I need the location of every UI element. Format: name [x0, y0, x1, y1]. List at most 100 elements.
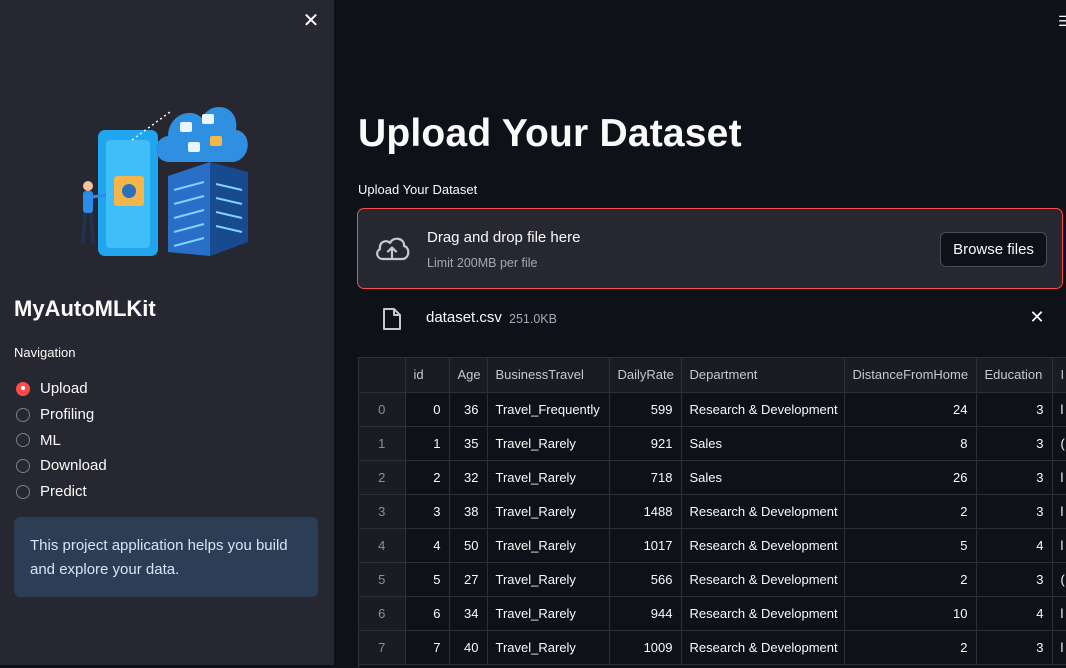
nav-option-label: ML: [40, 431, 61, 449]
column-header-education[interactable]: Education: [976, 358, 1053, 393]
table-cell[interactable]: 1009: [609, 630, 682, 665]
dataframe[interactable]: id Age BusinessTravel DailyRate Departme…: [358, 357, 1066, 668]
nav-option-ml[interactable]: ML: [14, 427, 107, 453]
table-cell[interactable]: 4: [976, 528, 1053, 563]
table-cell[interactable]: Research & Development: [681, 494, 845, 529]
table-cell[interactable]: 26: [844, 460, 977, 495]
nav-option-profiling[interactable]: Profiling: [14, 402, 107, 428]
column-header-id[interactable]: id: [405, 358, 450, 393]
close-icon: ✕: [302, 10, 320, 32]
navigation-radio-group: Upload Profiling ML Download Predict: [14, 376, 107, 504]
column-header-distancefromhome[interactable]: DistanceFromHome: [844, 358, 977, 393]
radio-unselected-icon: [16, 458, 30, 473]
table-cell[interactable]: 40: [449, 630, 488, 665]
table-cell[interactable]: 2: [844, 494, 977, 529]
table-row: 2 2 32 Travel_Rarely 718 Sales 26 3 l: [359, 460, 1066, 495]
table-cell[interactable]: 3: [976, 460, 1053, 495]
table-cell[interactable]: l: [1052, 596, 1066, 631]
table-cell[interactable]: 1017: [609, 528, 682, 563]
table-row: 0 0 36 Travel_Frequently 599 Research & …: [359, 392, 1066, 427]
table-cell[interactable]: 3: [976, 630, 1053, 665]
table-cell[interactable]: Travel_Rarely: [487, 596, 610, 631]
radio-unselected-icon: [16, 407, 30, 422]
column-header-index[interactable]: [359, 358, 406, 393]
row-index-cell: 4: [359, 528, 406, 563]
table-cell[interactable]: Research & Development: [681, 596, 845, 631]
table-cell[interactable]: 1: [405, 426, 450, 461]
table-cell[interactable]: 3: [976, 494, 1053, 529]
table-cell[interactable]: 0: [405, 392, 450, 427]
table-cell[interactable]: 5: [405, 562, 450, 597]
table-cell[interactable]: 32: [449, 460, 488, 495]
table-cell[interactable]: Travel_Rarely: [487, 630, 610, 665]
table-cell[interactable]: Travel_Rarely: [487, 494, 610, 529]
table-cell[interactable]: 34: [449, 596, 488, 631]
table-cell[interactable]: 8: [844, 426, 977, 461]
browse-files-button[interactable]: Browse files: [940, 232, 1047, 267]
table-cell[interactable]: 566: [609, 562, 682, 597]
table-cell[interactable]: Research & Development: [681, 562, 845, 597]
table-cell[interactable]: 1488: [609, 494, 682, 529]
table-cell[interactable]: 2: [405, 460, 450, 495]
table-cell[interactable]: 7: [405, 630, 450, 665]
table-cell[interactable]: (: [1052, 562, 1066, 597]
table-cell[interactable]: Research & Development: [681, 528, 845, 563]
table-cell[interactable]: 2: [844, 562, 977, 597]
table-cell[interactable]: 50: [449, 528, 488, 563]
column-header-dailyrate[interactable]: DailyRate: [609, 358, 682, 393]
table-cell[interactable]: l: [1052, 392, 1066, 427]
table-cell[interactable]: 10: [844, 596, 977, 631]
table-cell[interactable]: 3: [405, 494, 450, 529]
table-cell[interactable]: 27: [449, 562, 488, 597]
table-cell[interactable]: l: [1052, 460, 1066, 495]
table-cell[interactable]: 4: [976, 596, 1053, 631]
table-cell[interactable]: Travel_Rarely: [487, 426, 610, 461]
remove-file-button[interactable]: ✕: [1026, 306, 1048, 328]
uploaded-file-row: dataset.csv 251.0KB ✕: [358, 300, 1064, 336]
close-sidebar-button[interactable]: ✕: [300, 10, 322, 32]
nav-option-upload[interactable]: Upload: [14, 376, 107, 402]
table-cell[interactable]: Sales: [681, 460, 845, 495]
table-cell[interactable]: Research & Development: [681, 630, 845, 665]
table-cell[interactable]: 6: [405, 596, 450, 631]
nav-option-label: Download: [40, 457, 107, 475]
column-header-truncated[interactable]: I: [1052, 358, 1066, 393]
table-cell[interactable]: 4: [405, 528, 450, 563]
table-cell[interactable]: Travel_Frequently: [487, 392, 610, 427]
table-cell[interactable]: Travel_Rarely: [487, 460, 610, 495]
column-header-department[interactable]: Department: [681, 358, 845, 393]
file-icon: [383, 308, 401, 330]
file-dropzone[interactable]: Drag and drop file here Limit 200MB per …: [357, 208, 1063, 289]
table-cell[interactable]: 3: [976, 426, 1053, 461]
table-cell[interactable]: 921: [609, 426, 682, 461]
table-cell[interactable]: 35: [449, 426, 488, 461]
navigation-label: Navigation: [14, 345, 76, 360]
table-cell[interactable]: 36: [449, 392, 488, 427]
column-header-businesstravel[interactable]: BusinessTravel: [487, 358, 610, 393]
table-cell[interactable]: l: [1052, 630, 1066, 665]
radio-unselected-icon: [16, 433, 30, 448]
table-cell[interactable]: Travel_Rarely: [487, 528, 610, 563]
table-cell[interactable]: Research & Development: [681, 392, 845, 427]
table-cell[interactable]: 3: [976, 562, 1053, 597]
table-cell[interactable]: l: [1052, 528, 1066, 563]
hamburger-menu-icon[interactable]: ☰: [1058, 13, 1066, 30]
info-callout: This project application helps you build…: [14, 517, 318, 597]
nav-option-label: Upload: [40, 380, 88, 398]
table-cell[interactable]: 599: [609, 392, 682, 427]
table-cell[interactable]: 3: [976, 392, 1053, 427]
table-cell[interactable]: Travel_Rarely: [487, 562, 610, 597]
table-cell[interactable]: Sales: [681, 426, 845, 461]
table-cell[interactable]: 38: [449, 494, 488, 529]
table-cell[interactable]: (: [1052, 426, 1066, 461]
nav-option-download[interactable]: Download: [14, 453, 107, 479]
table-cell[interactable]: 944: [609, 596, 682, 631]
table-cell[interactable]: 718: [609, 460, 682, 495]
column-header-age[interactable]: Age: [449, 358, 488, 393]
table-cell[interactable]: 24: [844, 392, 977, 427]
table-cell[interactable]: l: [1052, 494, 1066, 529]
table-cell[interactable]: 2: [844, 630, 977, 665]
row-index-cell: 3: [359, 494, 406, 529]
table-cell[interactable]: 5: [844, 528, 977, 563]
nav-option-predict[interactable]: Predict: [14, 479, 107, 505]
